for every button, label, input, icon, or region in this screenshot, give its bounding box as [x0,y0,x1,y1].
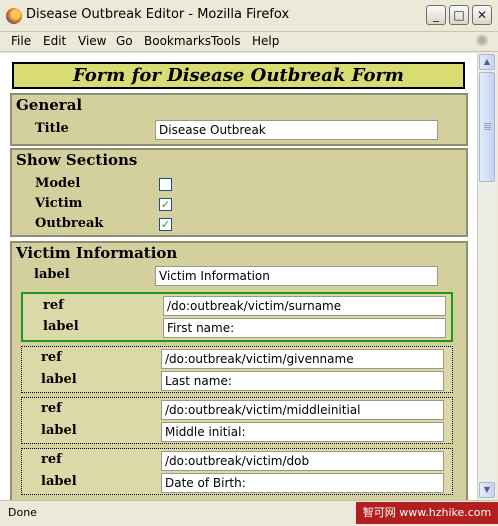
ref-label: ref [41,350,62,365]
label-input[interactable]: Middle initial: [161,422,444,442]
scroll-down-button[interactable]: ▼ [479,482,495,498]
model-checkbox[interactable] [159,178,172,191]
outbreak-label: Outbreak [35,216,104,231]
general-group: General Title Disease Outbreak [10,93,468,146]
outbreak-checkbox[interactable]: ✓ [159,218,172,231]
ref-label: ref [41,452,62,467]
general-title: General [16,96,83,114]
menu-go[interactable]: Go [116,34,133,48]
vertical-scrollbar[interactable]: ▲ ▼ [477,53,496,500]
label-label: label [41,372,77,387]
label-label: label [43,319,79,334]
minimize-button[interactable]: _ [426,5,446,25]
ref-label: ref [43,298,64,313]
menu-tools[interactable]: Tools [211,34,241,48]
model-label: Model [35,176,81,191]
victim-label-label: label [34,267,70,282]
menu-bookmarks[interactable]: Bookmarks [144,34,211,48]
scroll-up-button[interactable]: ▲ [479,54,495,70]
title-input[interactable]: Disease Outbreak [155,120,438,140]
label-label: label [41,423,77,438]
maximize-button[interactable]: □ [449,5,469,25]
menu-help[interactable]: Help [252,34,279,48]
ref-label: ref [41,401,62,416]
field-item-middleinitial[interactable]: ref /do:outbreak/victim/middleinitial la… [21,397,453,444]
status-text: Done [8,506,37,519]
title-label: Title [35,121,69,136]
victim-information-title: Victim Information [16,244,178,262]
firefox-icon [6,8,22,24]
label-input[interactable]: First name: [163,318,446,338]
grip-icon [484,123,491,124]
ref-input[interactable]: /do:outbreak/victim/dob [161,451,444,471]
label-input[interactable]: Date of Birth: [161,473,444,493]
field-item-surname[interactable]: ref /do:outbreak/victim/surname label Fi… [21,292,453,342]
menu-view[interactable]: View [78,34,106,48]
watermark: 智可网 www.hzhike.com [356,502,498,524]
show-sections-group: Show Sections Model Victim ✓ Outbreak ✓ [10,148,468,237]
menu-file[interactable]: File [11,34,31,48]
ref-input[interactable]: /do:outbreak/victim/givenname [161,349,444,369]
scroll-thumb[interactable] [479,72,495,182]
field-item-givenname[interactable]: ref /do:outbreak/victim/givenname label … [21,346,453,393]
close-button[interactable]: ✕ [472,5,492,25]
victim-label-input[interactable]: Victim Information [155,266,438,286]
throbber-icon: ✺ [475,31,489,50]
form-header: Form for Disease Outbreak Form [12,62,465,89]
menu-bar: File Edit View Go Bookmarks Tools Help [0,32,498,52]
victim-checkbox[interactable]: ✓ [159,198,172,211]
label-input[interactable]: Last name: [161,371,444,391]
ref-input[interactable]: /do:outbreak/victim/middleinitial [161,400,444,420]
title-bar: Disease Outbreak Editor - Mozilla Firefo… [0,0,498,32]
window-title: Disease Outbreak Editor - Mozilla Firefo… [26,7,290,22]
menu-edit[interactable]: Edit [43,34,66,48]
victim-label: Victim [35,196,83,211]
field-item-dob[interactable]: ref /do:outbreak/victim/dob label Date o… [21,448,453,495]
page-content: Form for Disease Outbreak Form General T… [0,53,477,500]
show-sections-title: Show Sections [16,151,138,169]
victim-information-group: Victim Information label Victim Informat… [10,241,468,500]
ref-input[interactable]: /do:outbreak/victim/surname [163,296,446,316]
label-label: label [41,474,77,489]
